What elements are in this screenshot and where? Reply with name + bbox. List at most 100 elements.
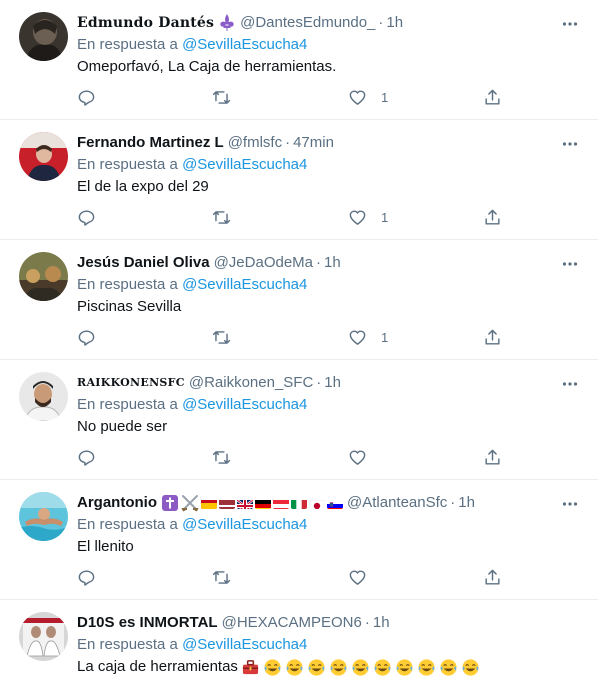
retweet-button[interactable] (212, 206, 231, 228)
tweet-header: Fernando Martinez L @fmlsfc · 47min (77, 132, 558, 154)
tweet-text: El llenito (77, 538, 134, 555)
user-handle[interactable]: @AtlanteanSfc (347, 492, 447, 514)
more-options-icon[interactable] (560, 494, 580, 514)
share-button[interactable] (483, 326, 502, 348)
mention-link[interactable]: @SevillaEscucha4 (182, 396, 307, 413)
avatar[interactable] (19, 252, 68, 301)
like-button[interactable]: 1 (348, 86, 388, 108)
display-name[interactable]: Edmundo Dantés (77, 12, 214, 34)
like-button[interactable] (348, 446, 381, 468)
like-button[interactable]: 1 (348, 326, 388, 348)
user-handle[interactable]: @DantesEdmundo_ (240, 12, 375, 34)
avatar[interactable] (19, 492, 68, 541)
laughing-crying-emoji-icon (440, 658, 457, 676)
timestamp[interactable]: 1h (324, 372, 341, 394)
tweet-text: El de la expo del 29 (77, 178, 209, 195)
retweet-button[interactable] (212, 566, 231, 588)
reply-button[interactable] (77, 86, 96, 108)
timestamp[interactable]: 47min (293, 132, 334, 154)
laughing-crying-emoji-icon (264, 658, 281, 676)
reply-icon (78, 209, 95, 226)
display-name[interactable]: D10S es INMORTAL (77, 612, 218, 634)
latin-cross-icon (162, 495, 178, 511)
tweet-header: RAIKKONENSFC @Raikkonen_SFC · 1h (77, 372, 558, 394)
user-handle[interactable]: @JeDaOdeMa (214, 252, 313, 274)
display-name[interactable]: Fernando Martinez L (77, 132, 224, 154)
avatar[interactable] (19, 372, 68, 421)
timestamp[interactable]: 1h (458, 492, 475, 514)
japan-flag-icon (309, 497, 325, 509)
heart-icon (349, 449, 366, 465)
spain-flag-icon (201, 497, 217, 509)
reply-icon (78, 89, 95, 106)
mention-link[interactable]: @SevillaEscucha4 (182, 516, 307, 533)
laughing-crying-emoji-icon (374, 658, 391, 676)
mention-link[interactable]: @SevillaEscucha4 (182, 36, 307, 53)
tweet-actions: 1 (77, 326, 502, 348)
share-icon (485, 449, 500, 465)
timestamp[interactable]: 1h (373, 612, 390, 634)
timestamp[interactable]: 1h (324, 252, 341, 274)
retweet-button[interactable] (212, 446, 231, 468)
mention-link[interactable]: @SevillaEscucha4 (182, 156, 307, 173)
reply-button[interactable] (77, 566, 96, 588)
tweet-text-row: La caja de herramientas (77, 656, 480, 676)
tweet-actions (77, 566, 502, 588)
more-options-icon[interactable] (560, 134, 580, 154)
reply-context: En respuesta a @SevillaEscucha4 (77, 634, 307, 656)
laughing-crying-emoji-icon (286, 658, 303, 676)
more-options-icon[interactable] (560, 374, 580, 394)
tweet[interactable]: Argantonio @AtlanteanSfc · 1h En respues… (0, 480, 598, 600)
austria-flag-icon (273, 497, 289, 509)
tweet-text: La caja de herramientas (77, 658, 238, 675)
reply-button[interactable] (77, 326, 96, 348)
like-count: 1 (381, 89, 389, 105)
retweet-icon (212, 570, 231, 584)
display-name[interactable]: RAIKKONENSFC (77, 372, 185, 394)
reply-button[interactable] (77, 206, 96, 228)
reply-context: En respuesta a @SevillaEscucha4 (77, 274, 307, 296)
reply-prefix: En respuesta a (77, 636, 178, 653)
avatar[interactable] (19, 132, 68, 181)
more-options-icon[interactable] (560, 254, 580, 274)
like-button[interactable]: 1 (348, 206, 388, 228)
tweet-header: Argantonio @AtlanteanSfc · 1h (77, 492, 558, 514)
reply-feed: Edmundo Dantés @DantesEdmundo_ · 1h En r… (0, 0, 598, 676)
share-button[interactable] (483, 446, 502, 468)
user-handle[interactable]: @HEXACAMPEON6 (222, 612, 362, 634)
tweet-text: Omeporfavó, La Caja de herramientas. (77, 58, 337, 75)
italy-flag-icon (291, 497, 307, 509)
reply-icon (78, 569, 95, 586)
laughing-crying-emoji-icon (462, 658, 479, 676)
user-handle[interactable]: @fmlsfc (228, 132, 282, 154)
separator-dot: · (285, 134, 291, 151)
user-handle[interactable]: @Raikkonen_SFC (189, 372, 313, 394)
retweet-button[interactable] (212, 326, 231, 348)
tweet[interactable]: D10S es INMORTAL @HEXACAMPEON6 · 1h En r… (0, 600, 598, 676)
share-button[interactable] (483, 566, 502, 588)
retweet-icon (212, 210, 231, 224)
avatar[interactable] (19, 612, 68, 661)
more-options-icon[interactable] (560, 14, 580, 34)
share-button[interactable] (483, 86, 502, 108)
retweet-icon (212, 330, 231, 344)
tweet[interactable]: Edmundo Dantés @DantesEdmundo_ · 1h En r… (0, 0, 598, 120)
retweet-button[interactable] (212, 86, 231, 108)
avatar[interactable] (19, 12, 68, 61)
tweet-header: Edmundo Dantés @DantesEdmundo_ · 1h (77, 12, 558, 34)
mention-link[interactable]: @SevillaEscucha4 (182, 276, 307, 293)
reply-prefix: En respuesta a (77, 156, 178, 173)
latvia-flag-icon (219, 497, 235, 509)
display-name[interactable]: Jesús Daniel Oliva (77, 252, 210, 274)
display-name[interactable]: Argantonio (77, 492, 157, 514)
share-button[interactable] (483, 206, 502, 228)
timestamp[interactable]: 1h (386, 12, 403, 34)
reply-button[interactable] (77, 446, 96, 468)
tweet[interactable]: RAIKKONENSFC @Raikkonen_SFC · 1h En resp… (0, 360, 598, 480)
laughing-crying-emoji-icon (352, 658, 369, 676)
like-button[interactable] (348, 566, 381, 588)
tweet[interactable]: Jesús Daniel Oliva @JeDaOdeMa · 1h En re… (0, 240, 598, 360)
retweet-icon (212, 90, 231, 104)
mention-link[interactable]: @SevillaEscucha4 (182, 636, 307, 653)
tweet[interactable]: Fernando Martinez L @fmlsfc · 47min En r… (0, 120, 598, 240)
